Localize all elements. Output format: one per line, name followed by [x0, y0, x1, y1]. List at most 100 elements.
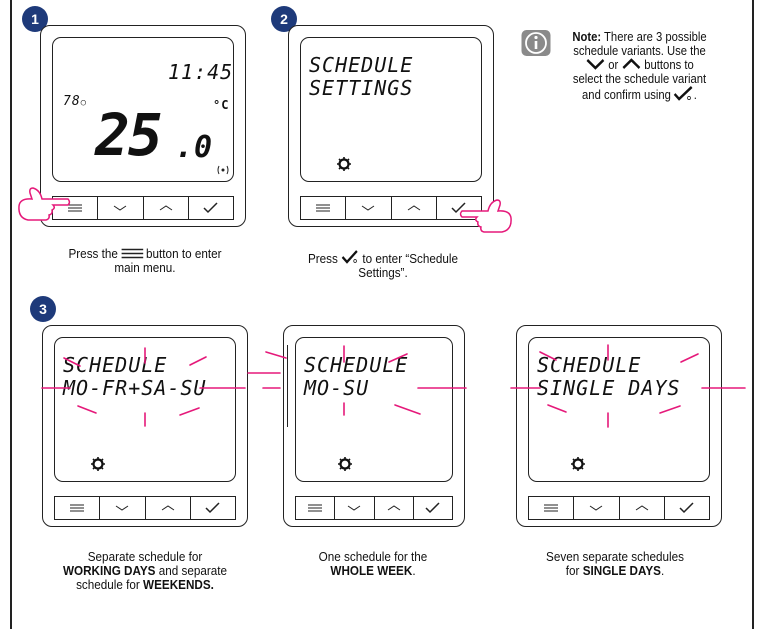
menu-icon — [68, 204, 83, 212]
chevron-up-icon — [161, 505, 174, 511]
temperature-decimal: .0 — [175, 130, 214, 165]
chevron-down-icon — [362, 205, 375, 211]
caption-variant-2-text-a: One schedule for the — [318, 549, 428, 564]
caption-variant-1-text-a: Separate schedule for — [87, 549, 203, 564]
info-icon — [521, 30, 551, 56]
variant-1-screen: SCHEDULE MO-FR+SA-SU — [54, 337, 236, 482]
gear-icon — [338, 457, 352, 471]
confirm-button[interactable] — [189, 497, 235, 519]
menu-icon — [121, 248, 143, 259]
chevron-up-icon — [387, 505, 400, 511]
down-button[interactable] — [99, 497, 144, 519]
chevron-down-icon — [348, 505, 361, 511]
gear-icon — [337, 157, 351, 171]
menu-icon — [70, 504, 85, 512]
note-label: Note: — [572, 30, 602, 44]
chevron-up-icon — [622, 58, 641, 69]
confirm-button[interactable] — [187, 197, 233, 219]
menu-icon — [316, 204, 331, 212]
caption-variant-1: Separate schedule for WORKING DAYS and s… — [42, 550, 249, 592]
up-button[interactable] — [142, 197, 188, 219]
menu-button[interactable] — [55, 497, 99, 519]
caption-variant-1-text-c: and separate — [155, 563, 228, 578]
temperature-unit: °C — [213, 98, 230, 112]
thermostat-screen-1: 11:45 78○ °C 25 .0 — [52, 37, 234, 182]
caption-step-2-text-a: Press — [307, 251, 338, 266]
note-text-3: or — [608, 58, 619, 72]
button-bar-1 — [52, 196, 234, 220]
thermostat-variant-3: SCHEDULE SINGLE DAYS — [516, 325, 722, 527]
chevron-down-icon — [114, 205, 127, 211]
confirm-check-icon — [679, 502, 694, 514]
down-button[interactable] — [334, 497, 373, 519]
frame-right-line — [752, 0, 754, 629]
up-button[interactable] — [618, 497, 664, 519]
confirm-check-icon — [205, 502, 220, 514]
variant-1-line-1: SCHEDULE — [63, 353, 168, 377]
chevron-up-icon — [635, 505, 648, 511]
note-text-7: . — [693, 88, 697, 102]
variant-2-screen: SCHEDULE MO-SU — [295, 337, 453, 482]
menu-button[interactable] — [529, 497, 573, 519]
pointing-hand-icon — [459, 199, 512, 233]
caption-step-1: Press the button to enter main menu. — [42, 247, 249, 275]
caption-variant-3-text-c: SINGLE DAYS — [582, 563, 661, 578]
caption-variant-1-text-e: WEEKENDS. — [143, 577, 214, 592]
humidity-readout: 78○ — [63, 94, 87, 109]
note-text-5: select the schedule variant — [572, 72, 707, 86]
thermostat-device-1: 11:45 78○ °C 25 .0 — [40, 25, 246, 227]
confirm-check-icon — [341, 250, 358, 264]
frame-left-line — [10, 0, 12, 629]
screen-2-line-2: SETTINGS — [309, 76, 414, 100]
variant-3-screen: SCHEDULE SINGLE DAYS — [528, 337, 710, 482]
variant-3-line-1: SCHEDULE — [537, 353, 642, 377]
confirm-check-icon — [425, 502, 440, 514]
menu-icon — [544, 504, 559, 512]
caption-variant-1-text-d: schedule for — [76, 577, 144, 592]
instruction-page: 1 2 3 11:45 78○ °C 25 .0 Press the butto… — [0, 0, 764, 629]
caption-step-2-text-c: Settings”. — [358, 265, 408, 280]
caption-variant-1-text-b: WORKING DAYS — [62, 563, 156, 578]
variant-1-line-2: MO-FR+SA-SU — [63, 376, 207, 400]
caption-variant-2-text-c: . — [412, 563, 416, 578]
variant-3-line-2: SINGLE DAYS — [537, 376, 681, 400]
chevron-up-icon — [159, 205, 172, 211]
caption-step-1-text-a: Press the — [68, 246, 118, 261]
caption-variant-3-text-a: Seven separate schedules — [546, 549, 684, 564]
caption-step-1-text-c: main menu. — [114, 260, 176, 275]
caption-variant-3: Seven separate schedules for SINGLE DAYS… — [512, 550, 719, 578]
chevron-up-icon — [407, 205, 420, 211]
note-text-6: and confirm using — [582, 88, 671, 102]
confirm-check-icon — [674, 86, 693, 101]
wireless-icon — [217, 165, 229, 175]
thermostat-variant-1: SCHEDULE MO-FR+SA-SU — [42, 325, 248, 527]
down-button[interactable] — [345, 197, 390, 219]
menu-button[interactable] — [301, 197, 345, 219]
confirm-button[interactable] — [663, 497, 709, 519]
caption-step-2: Press to enter “Schedule Settings”. — [280, 250, 487, 280]
up-button[interactable] — [390, 197, 436, 219]
confirm-check-icon — [203, 202, 218, 214]
button-bar-2 — [300, 196, 482, 220]
down-button[interactable] — [97, 197, 142, 219]
chevron-down-icon — [590, 505, 603, 511]
thermostat-variant-2: SCHEDULE MO-SU — [283, 325, 465, 527]
gear-icon — [571, 457, 585, 471]
note-text-4: buttons to — [644, 58, 694, 72]
button-bar-variant-3 — [528, 496, 710, 520]
caption-variant-2: One schedule for the WHOLE WEEK. — [270, 550, 477, 578]
confirm-button[interactable] — [412, 497, 452, 519]
down-button[interactable] — [573, 497, 618, 519]
caption-step-2-text-b: to enter “Schedule — [362, 251, 459, 266]
note-text-2: schedule variants. Use the — [573, 44, 706, 58]
chevron-down-icon — [116, 505, 129, 511]
variant-2-line-1: SCHEDULE — [304, 353, 409, 377]
caption-variant-3-text-d: . — [660, 563, 665, 578]
pointing-hand-icon — [18, 187, 71, 221]
up-button[interactable] — [144, 497, 190, 519]
menu-icon — [308, 504, 323, 512]
up-button[interactable] — [373, 497, 413, 519]
note-text-1: There are 3 possible — [601, 30, 707, 44]
caption-variant-3-text-b: for — [565, 563, 583, 578]
menu-button[interactable] — [296, 497, 334, 519]
